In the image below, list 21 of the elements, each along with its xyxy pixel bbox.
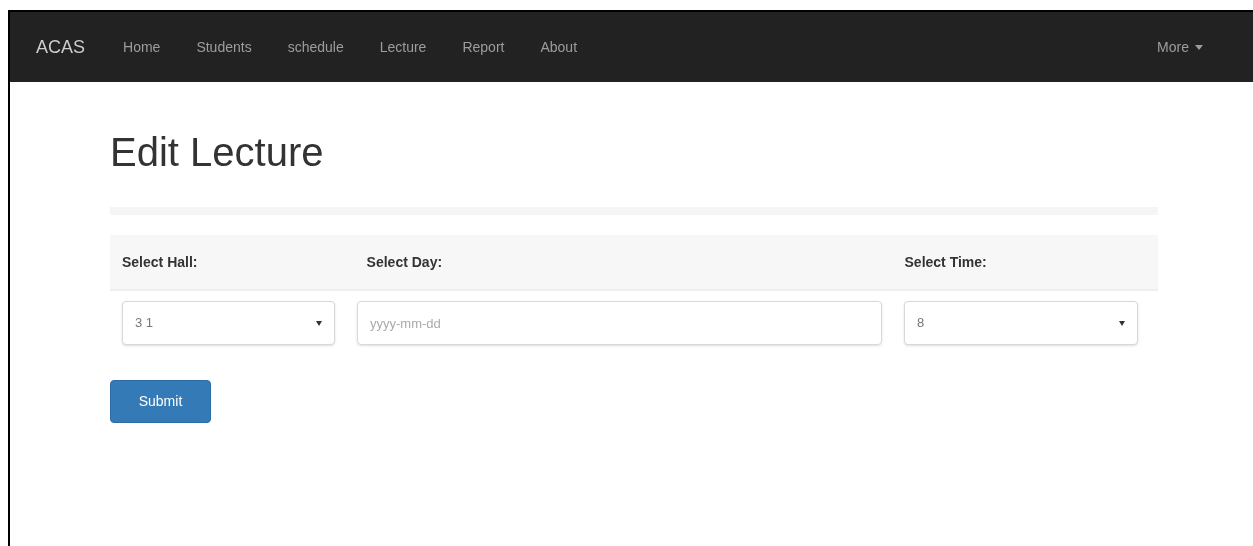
column-label: Select Day:	[366, 252, 444, 272]
caret-icon	[1195, 44, 1203, 50]
nav-link[interactable]: Home	[105, 36, 179, 58]
nav-link[interactable]: About	[522, 36, 596, 58]
caret-icon	[1119, 320, 1125, 326]
date-field[interactable]: yyyy-mm-dd	[357, 301, 882, 345]
caret-icon	[316, 320, 322, 326]
more-dropdown[interactable]: More	[1157, 36, 1203, 58]
select-value: 3 1	[135, 314, 154, 333]
nav-link[interactable]: Lecture	[361, 36, 445, 58]
select-field[interactable]: 8	[904, 301, 1138, 345]
select-field[interactable]: 3 1	[122, 301, 335, 345]
nav-link[interactable]: Report	[444, 36, 523, 58]
select-value: 8	[917, 314, 925, 333]
brand-link[interactable]: ACAS	[36, 33, 86, 61]
nav-link[interactable]: schedule	[269, 36, 362, 58]
nav-link[interactable]: Students	[178, 36, 270, 58]
submit-button[interactable]: Submit	[110, 380, 211, 423]
column-label: Select Time:	[904, 252, 988, 272]
column-label: Select Hall:	[122, 252, 199, 272]
page-title: Edit Lecture	[110, 132, 325, 172]
